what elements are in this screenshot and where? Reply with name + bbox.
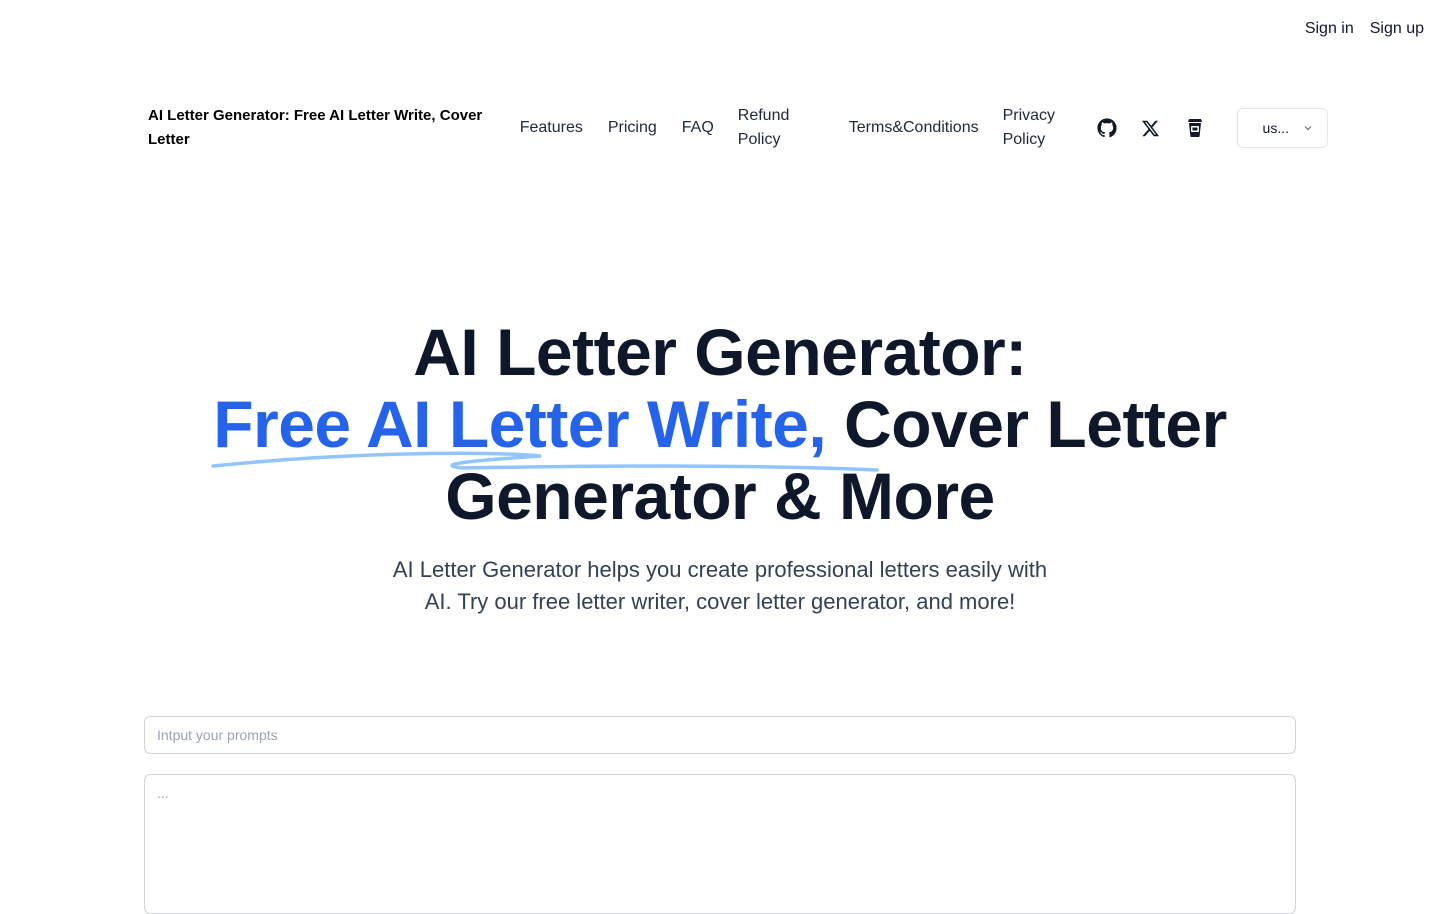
hero: AI Letter Generator: Free AI Letter Writ…: [0, 316, 1440, 618]
squiggle-underline-icon: [211, 451, 879, 472]
chevron-down-icon: [1303, 120, 1313, 136]
nav-link-faq[interactable]: FAQ: [682, 116, 714, 140]
main-nav: AI Letter Generator: Free AI Letter Writ…: [148, 104, 1328, 152]
hero-line-1: AI Letter Generator:: [413, 315, 1027, 389]
nav-links: Features Pricing FAQ Refund Policy Terms…: [520, 104, 1063, 152]
locale-select[interactable]: us...: [1236, 108, 1328, 148]
x-icon[interactable]: [1141, 118, 1161, 138]
locale-value: us...: [1262, 120, 1289, 136]
nav-link-pricing[interactable]: Pricing: [608, 116, 657, 140]
hero-subtitle: AI Letter Generator helps you create pro…: [392, 557, 1048, 614]
prompt-input[interactable]: [144, 716, 1296, 754]
nav-link-terms[interactable]: Terms&Conditions: [849, 116, 979, 140]
sign-in-link[interactable]: Sign in: [1305, 20, 1354, 38]
hero-line-2-rest: Cover Letter: [826, 387, 1227, 461]
brand-title[interactable]: AI Letter Generator: Free AI Letter Writ…: [148, 104, 506, 152]
nav-link-refund-policy[interactable]: Refund Policy: [738, 104, 798, 152]
hero-accent-text: Free AI Letter Write,: [211, 388, 879, 472]
auth-bar: Sign in Sign up: [1305, 20, 1424, 38]
coffee-icon[interactable]: [1185, 118, 1205, 138]
sign-up-link[interactable]: Sign up: [1370, 20, 1424, 38]
nav-link-features[interactable]: Features: [520, 116, 583, 140]
github-icon[interactable]: [1097, 118, 1117, 138]
nav-link-privacy-policy[interactable]: Privacy Policy: [1003, 104, 1063, 152]
hero-heading: AI Letter Generator: Free AI Letter Writ…: [0, 316, 1440, 532]
output-textarea[interactable]: [144, 774, 1296, 914]
social-icons: [1097, 118, 1205, 138]
